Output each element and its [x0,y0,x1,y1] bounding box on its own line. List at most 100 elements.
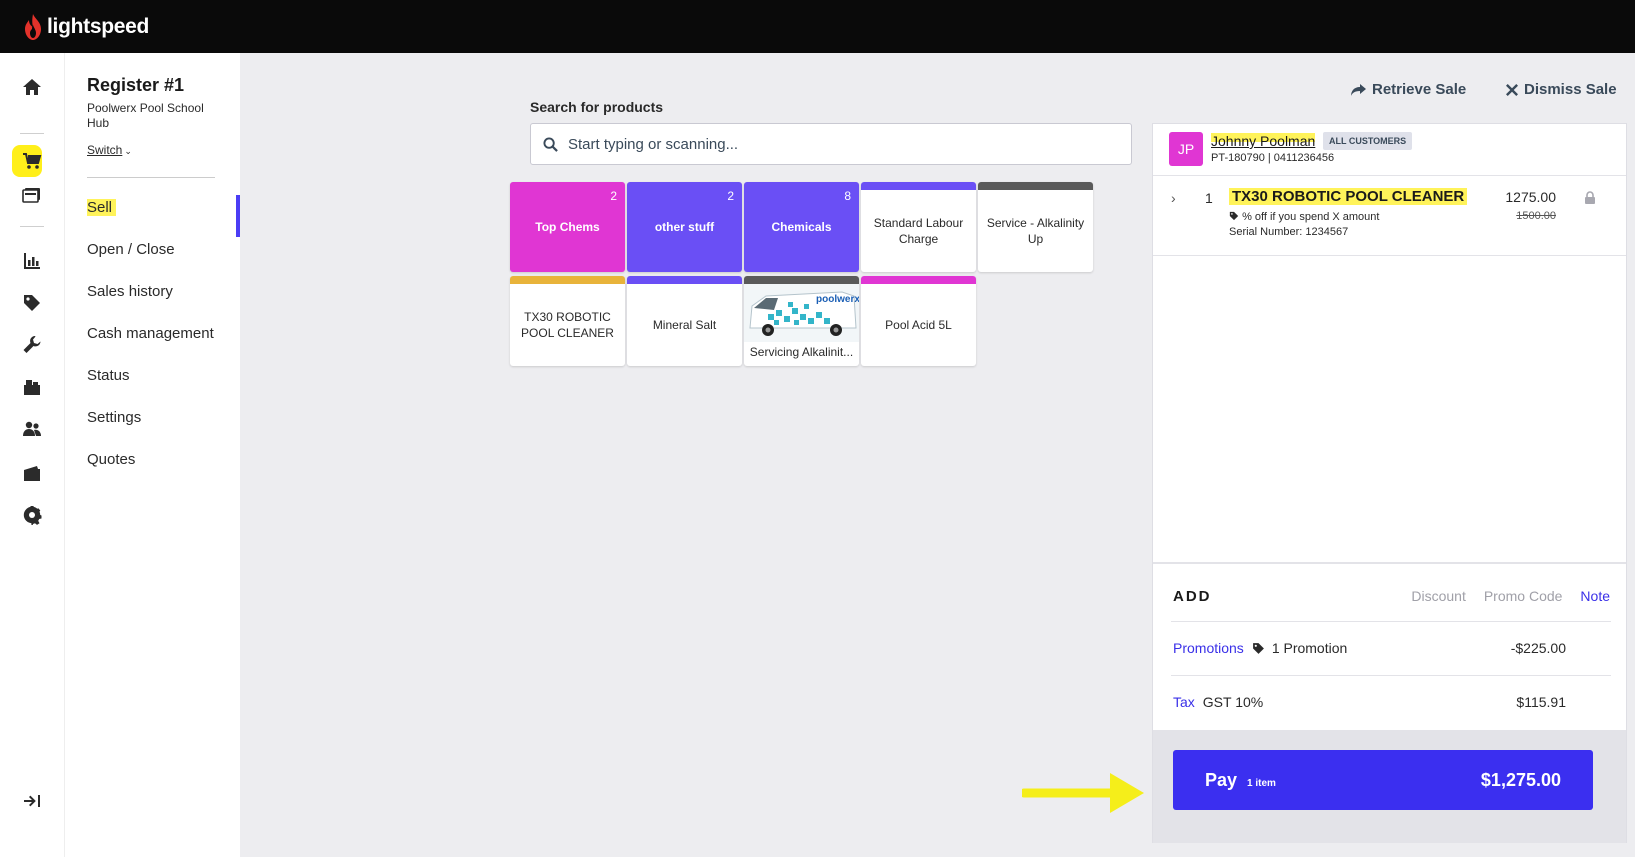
pay-total: $1,275.00 [1480,769,1561,790]
add-label: ADD [1173,588,1212,605]
category-tile-chemicals[interactable]: 8 Chemicals [744,182,859,272]
nav-item-label: Sales history [87,283,173,300]
reports-icon[interactable] [20,249,44,273]
sale-line-item[interactable]: › 1 TX30 ROBOTIC POOL CLEANER % off if y… [1153,176,1626,256]
main-content: Retrieve Sale Dismiss Sale Search for pr… [240,53,1635,857]
sale-panel: JP Johnny Poolman ALL CUSTOMERS PT-18079… [1152,123,1627,843]
wallet-icon[interactable] [20,461,44,485]
register-icon[interactable] [20,183,44,207]
add-note-button[interactable]: Note [1580,588,1610,604]
add-promo-code-button[interactable]: Promo Code [1484,588,1563,604]
product-tile-standard-labour-charge[interactable]: Standard Labour Charge [861,182,976,272]
search-box[interactable] [530,123,1132,165]
pay-label: Pay [1205,769,1238,790]
customer-row[interactable]: JP Johnny Poolman ALL CUSTOMERS PT-18079… [1153,124,1626,176]
product-tile-pool-acid-5l[interactable]: Pool Acid 5L [861,276,976,366]
tile-count: 2 [610,189,617,203]
annotation-arrow-icon [1022,773,1144,813]
customer-group-badge: ALL CUSTOMERS [1323,132,1413,150]
customer-meta: PT-180790 | 0411236456 [1211,152,1335,164]
nav-item-sell[interactable]: Sell [87,199,117,216]
promo-tag-icon [1229,211,1239,221]
tax-link[interactable]: Tax [1173,694,1195,710]
promotions-row: Promotions 1 Promotion [1173,640,1553,656]
settings-gear-icon[interactable] [20,503,44,527]
nav-item-sales-history[interactable]: Sales history [87,283,173,300]
product-tile-tx30-robotic-pool-cleaner[interactable]: TX30 ROBOTIC POOL CLEANER [510,276,625,366]
sell-cart-icon[interactable] [20,149,44,173]
category-tile-other-stuff[interactable]: 2 other stuff [627,182,742,272]
switch-label: Switch [87,143,123,157]
tile-color-strip [861,182,976,190]
promotions-amount: -$225.00 [1510,640,1566,656]
tile-color-strip [744,276,859,284]
register-title: Register #1 [87,75,185,95]
tile-label: TX30 ROBOTIC POOL CLEANER [521,310,614,340]
tile-label: Pool Acid 5L [885,318,952,332]
product-tile-service-alkalinity-up[interactable]: Service - Alkalinity Up [978,182,1093,272]
promotions-count: 1 Promotion [1271,640,1348,656]
chevron-right-icon[interactable]: › [1171,190,1176,206]
pay-button[interactable]: Pay 1 item $1,275.00 [1173,750,1593,810]
tile-label: Top Chems [535,220,600,234]
switch-register-link[interactable]: Switch ⌄ [87,143,132,157]
tile-color-strip [861,276,976,284]
register-sidebar: Register #1 Poolwerx Pool School Hub Swi… [64,53,240,857]
flame-icon [25,14,41,40]
row-divider [1171,675,1611,676]
search-icon [543,136,558,152]
category-tile-top-chems[interactable]: 2 Top Chems [510,182,625,272]
search-input[interactable] [568,135,1108,153]
product-tile-mineral-salt[interactable]: Mineral Salt [627,276,742,366]
customers-icon[interactable] [20,417,44,441]
nav-item-open-close[interactable]: Open / Close [87,241,175,258]
promo-text: % off if you spend X amount [1242,211,1380,223]
line-item-price: 1275.00 [1505,189,1556,205]
nav-item-settings[interactable]: Settings [87,409,141,426]
add-links: Discount Promo Code Note [1411,588,1610,604]
nav-item-label: Status [87,367,130,384]
line-item-name: TX30 ROBOTIC POOL CLEANER [1229,188,1468,205]
promo-tag-icon [1252,642,1264,654]
tile-label: Chemicals [771,220,832,234]
row-divider [1171,621,1611,622]
brand-logo[interactable]: lightspeed [22,13,149,41]
tile-count: 2 [727,189,734,203]
tile-count: 8 [844,189,851,203]
chevron-down-icon: ⌄ [124,146,132,156]
tile-color-strip [627,276,742,284]
promotions-link[interactable]: Promotions [1173,640,1244,656]
collapse-icon[interactable] [20,789,44,813]
retrieve-sale-button[interactable]: Retrieve Sale [1350,81,1466,98]
wrench-icon[interactable] [20,333,44,357]
product-tile-servicing-alkalinity[interactable]: poolwerx Servicing Alkalinit... [744,276,859,366]
tag-icon[interactable] [20,291,44,315]
nav-item-quotes[interactable]: Quotes [87,451,135,468]
nav-item-status[interactable]: Status [87,367,130,384]
retrieve-sale-label: Retrieve Sale [1372,81,1467,98]
line-item-serial: Serial Number: 1234567 [1229,226,1349,238]
tile-color-strip [510,276,625,284]
search-label: Search for products [530,99,664,115]
line-item-name-text: TX30 ROBOTIC POOL CLEANER [1229,188,1468,205]
inventory-icon[interactable] [20,375,44,399]
tile-label: Mineral Salt [652,318,717,332]
customer-name-link[interactable]: Johnny Poolman [1211,133,1316,149]
pay-item-count: 1 item [1247,777,1276,789]
tile-label: Servicing Alkalinit... [749,345,854,359]
nav-item-label: Settings [87,409,142,426]
dismiss-sale-button[interactable]: Dismiss Sale [1506,81,1617,98]
tile-color-strip [978,182,1093,190]
home-icon[interactable] [20,75,44,99]
van-brand-text: poolwerx [816,294,859,305]
sidebar-divider [87,177,215,178]
pay-area: Pay 1 item $1,275.00 [1153,730,1626,843]
tile-label: other stuff [654,220,715,234]
add-discount-button[interactable]: Discount [1411,588,1465,604]
nav-item-cash-management[interactable]: Cash management [87,325,214,342]
outlet-name: Poolwerx Pool School Hub [87,101,204,130]
tax-row: Tax GST 10% [1173,694,1553,710]
service-van-image: poolwerx [744,284,859,342]
line-item-qty: 1 [1205,190,1213,206]
pos-screen: lightspeed Register #1 Poolwerx Pool Sch… [0,0,1635,857]
